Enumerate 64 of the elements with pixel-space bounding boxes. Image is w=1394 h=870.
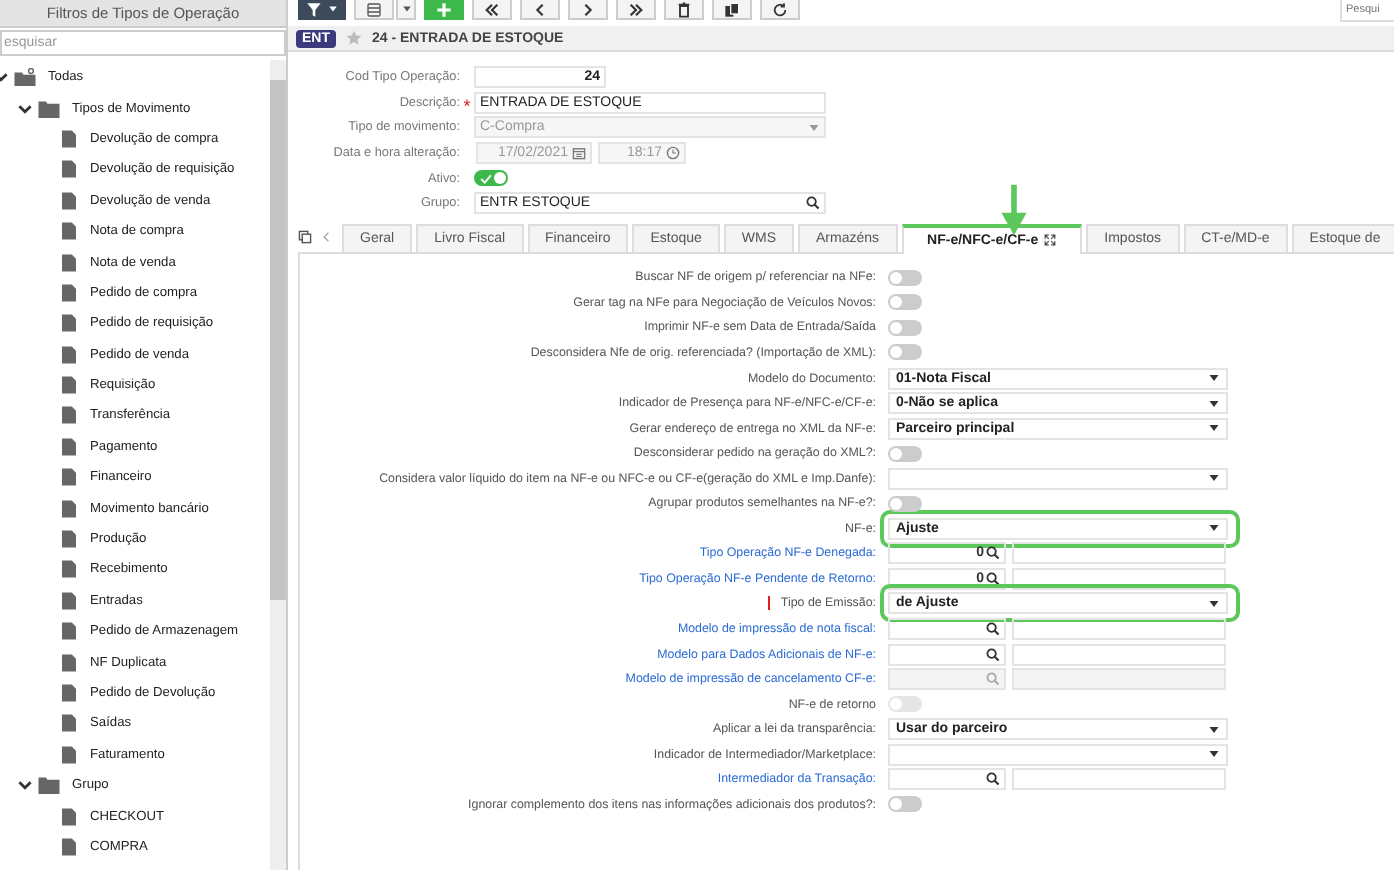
description-field[interactable] <box>1012 542 1226 565</box>
chevron-right-icon <box>580 1 596 17</box>
refresh-icon <box>772 1 788 17</box>
search-icon[interactable] <box>986 647 1000 662</box>
chevron-left-icon <box>532 1 548 17</box>
copy-icon[interactable] <box>298 230 312 245</box>
description-field[interactable] <box>1012 617 1226 640</box>
select-field[interactable] <box>888 743 1228 766</box>
search-icon[interactable] <box>986 546 1000 561</box>
required-mark: * <box>461 93 473 112</box>
chevron-icon[interactable] <box>18 101 32 116</box>
chevron-icon[interactable] <box>18 778 32 793</box>
search-icon[interactable] <box>806 196 820 211</box>
first-record-button[interactable] <box>472 0 512 20</box>
scrollbar[interactable] <box>270 60 286 870</box>
description-field[interactable] <box>1012 643 1226 666</box>
search-icon[interactable] <box>986 621 1000 636</box>
toggle-switch[interactable] <box>888 319 922 336</box>
toggle-switch[interactable] <box>888 445 922 462</box>
toggle-switch[interactable] <box>888 344 922 361</box>
grid-view-button[interactable] <box>354 0 394 20</box>
calendar-icon[interactable] <box>572 146 586 161</box>
caret-icon <box>1208 522 1220 535</box>
description-field[interactable] <box>1012 668 1226 691</box>
toggle-switch[interactable] <box>888 796 922 813</box>
expand-icon[interactable] <box>1044 234 1057 247</box>
refresh-button[interactable] <box>760 0 800 20</box>
folder-icon <box>38 99 60 118</box>
filter-button[interactable] <box>298 0 346 20</box>
trash-icon <box>676 1 692 17</box>
delete-button[interactable] <box>664 0 704 20</box>
toggle-switch[interactable] <box>474 170 508 187</box>
scroll-left-icon[interactable] <box>320 230 334 245</box>
lookup-field[interactable] <box>888 768 1006 791</box>
search-icon[interactable] <box>986 772 1000 787</box>
description-field[interactable] <box>1012 768 1226 791</box>
select-field[interactable] <box>888 467 1228 490</box>
double-chevron-left-icon <box>484 1 500 17</box>
double-chevron-right-icon <box>628 1 644 17</box>
search-icon[interactable] <box>986 571 1000 586</box>
list-icon <box>366 1 382 17</box>
lookup-field[interactable] <box>888 617 1006 640</box>
caret-icon <box>328 4 338 14</box>
clock-icon[interactable] <box>666 146 680 161</box>
duplicate-button[interactable] <box>712 0 752 20</box>
folder-icon <box>38 776 60 795</box>
previous-button[interactable] <box>520 0 560 20</box>
filter-icon <box>306 1 322 17</box>
toggle-switch[interactable] <box>888 269 922 286</box>
caret-icon <box>808 121 820 134</box>
dropdown-button[interactable] <box>396 0 416 20</box>
star-icon[interactable] <box>346 30 362 46</box>
caret-icon <box>1208 597 1220 610</box>
toggle-switch[interactable] <box>888 294 922 311</box>
caret-icon <box>1208 472 1220 485</box>
last-record-button[interactable] <box>616 0 656 20</box>
folder-gear-icon <box>14 68 36 87</box>
description-field[interactable] <box>1012 567 1226 590</box>
scrollbar-thumb[interactable] <box>270 80 286 600</box>
check-icon <box>480 173 492 184</box>
caret-icon <box>401 4 411 14</box>
toggle-switch[interactable] <box>888 495 922 512</box>
next-button[interactable] <box>568 0 608 20</box>
lookup-field[interactable] <box>888 643 1006 666</box>
